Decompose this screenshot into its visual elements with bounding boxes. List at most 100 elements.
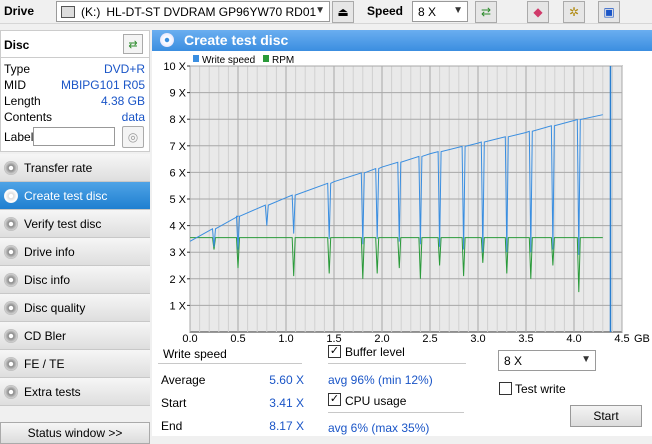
panel-title: Create test disc (184, 32, 289, 48)
end-label: End (161, 419, 183, 433)
speed-select[interactable]: 8 X ▼ (412, 1, 468, 22)
write-speed-header: Write speed (163, 347, 227, 361)
disc-row-mid: MID MBIPG101 R05 (4, 77, 145, 93)
nav-item-disc-info[interactable]: Disc info (0, 266, 150, 294)
status-window-button[interactable]: Status window >> (0, 422, 150, 444)
drive-select[interactable]: (K:) HL-DT-ST DVDRAM GP96YW70 RD01 ▼ (56, 1, 330, 22)
divider (158, 363, 302, 364)
disc-icon (160, 33, 174, 47)
start-value: 3.41 X (269, 396, 304, 410)
y-tick-label: 9 X (169, 88, 186, 100)
x-tick-label: 3.0 (470, 333, 485, 342)
x-tick-label: 1.5 (326, 333, 341, 342)
y-tick-label: 5 X (169, 194, 186, 206)
drive-label: Drive (4, 4, 35, 18)
y-tick-label: 4 X (169, 221, 186, 233)
y-tick-label: 6 X (169, 167, 186, 179)
disc-icon (4, 188, 18, 203)
disc-row-length: Length 4.38 GB (4, 93, 145, 109)
disc-row-contents: Contents data (4, 109, 145, 125)
nav-item-create-test-disc[interactable]: Create test disc (0, 182, 150, 210)
gears-icon: ✲ (568, 5, 580, 19)
refresh-speed-button[interactable]: ⇄ (475, 1, 497, 23)
disc-value: 4.38 GB (100, 94, 145, 108)
write-speed-select[interactable]: 8 X ▼ (498, 350, 596, 371)
y-tick-label: 2 X (169, 274, 186, 286)
x-tick-label: 4.5 (614, 333, 629, 342)
disc-icon (4, 300, 18, 315)
divider (328, 363, 466, 364)
buffer-level-value: avg 96% (min 12%) (328, 373, 433, 387)
eject-button[interactable]: ⏏ (332, 1, 354, 23)
disc-icon: ◎ (127, 130, 139, 144)
start-button[interactable]: Start (570, 405, 642, 427)
nav-label: Disc quality (24, 300, 86, 315)
average-label: Average (161, 373, 206, 387)
nav-label: Create test disc (24, 188, 108, 203)
y-tick-label: 1 X (169, 300, 186, 312)
eject-icon: ⏏ (337, 5, 349, 19)
end-value: 8.17 X (269, 419, 304, 433)
nav-item-verify-test-disc[interactable]: Verify test disc (0, 210, 150, 238)
write-speed-select-value: 8 X (504, 354, 523, 368)
drive-icon (61, 5, 75, 18)
nav-item-extra-tests[interactable]: Extra tests (0, 378, 150, 406)
cpu-usage-checkbox[interactable]: ✓ (328, 393, 341, 406)
x-tick-label: 0.0 (182, 333, 197, 342)
legend-write-speed: Write speed (202, 55, 255, 66)
nav-item-fe-te[interactable]: FE / TE (0, 350, 150, 378)
buffer-level-label: Buffer level (345, 345, 405, 359)
disc-label-input[interactable] (33, 127, 115, 146)
nav-item-cd-bler[interactable]: CD Bler (0, 322, 150, 350)
nav-label: FE / TE (24, 356, 65, 371)
disc-title: Disc (4, 38, 30, 52)
x-tick-label: 3.5 (518, 333, 533, 342)
disc-value: MBIPG101 R05 (60, 78, 145, 92)
nav-label: Disc info (24, 272, 71, 287)
nav-label: CD Bler (24, 328, 67, 343)
y-tick-label: 3 X (169, 247, 186, 259)
disc-icon (4, 216, 18, 231)
nav-label: Drive info (24, 244, 75, 259)
disc-key: Length (4, 94, 41, 108)
save-icon: ▣ (603, 5, 615, 19)
toolbar: Drive (K:) HL-DT-ST DVDRAM GP96YW70 RD01… (0, 0, 652, 24)
stats-area: Write speed Average 5.60 X Start 3.41 X … (152, 342, 652, 436)
disc-icon (4, 356, 18, 371)
cpu-usage-label: CPU usage (345, 394, 407, 408)
test-write-checkbox[interactable] (499, 382, 512, 395)
options-button[interactable]: ✲ (563, 1, 585, 23)
drive-name: HL-DT-ST DVDRAM GP96YW70 RD01 (106, 4, 317, 19)
write-speed-chart: 0.0 0.5 1.0 1.5 2.0 2.5 3.0 3.5 4.0 4.5 GB 1 X 2 X 3 … (163, 55, 650, 342)
save-button[interactable]: ▣ (598, 1, 620, 23)
nav-item-disc-quality[interactable]: Disc quality (0, 294, 150, 322)
cpu-usage-value: avg 6% (max 35%) (328, 421, 430, 435)
y-tick-label: 7 X (169, 141, 186, 153)
chevron-down-icon: ▼ (453, 5, 463, 16)
erase-button[interactable]: ◆ (527, 1, 549, 23)
nav-label: Extra tests (24, 384, 81, 399)
buffer-level-checkbox[interactable]: ✓ (328, 345, 341, 358)
speed-label: Speed (367, 4, 404, 18)
panel-header: Create test disc (152, 30, 652, 51)
apply-label-button[interactable]: ◎ (122, 126, 144, 148)
refresh-disc-button[interactable]: ⇄ (123, 34, 143, 54)
nav-item-drive-info[interactable]: Drive info (0, 238, 150, 266)
legend-swatch-rpm (263, 55, 269, 62)
nav-item-transfer-rate[interactable]: Transfer rate (0, 154, 150, 182)
disc-key: MID (4, 78, 26, 92)
speed-value: 8 X (418, 5, 437, 19)
disc-key: Contents (4, 110, 53, 124)
main-panel: Create test disc 0.0 0.5 1.0 1.5 2.0 2.5 3.0 3.… (152, 30, 652, 436)
y-tick-label: 10 X (163, 61, 186, 73)
disc-icon (4, 272, 18, 287)
disc-row-type: Type DVD+R (4, 61, 145, 77)
nav-label: Transfer rate (24, 160, 93, 175)
chevron-down-icon: ▼ (581, 354, 591, 365)
test-nav: Transfer rate Create test disc Verify te… (0, 154, 150, 406)
left-panel: Disc ⇄ Type DVD+R MID MBIPG101 R05 Lengt… (0, 30, 150, 444)
nav-label: Verify test disc (24, 216, 102, 231)
disc-value: DVD+R (103, 62, 145, 76)
eraser-icon: ◆ (533, 5, 543, 19)
disc-header: Disc ⇄ (0, 30, 150, 58)
